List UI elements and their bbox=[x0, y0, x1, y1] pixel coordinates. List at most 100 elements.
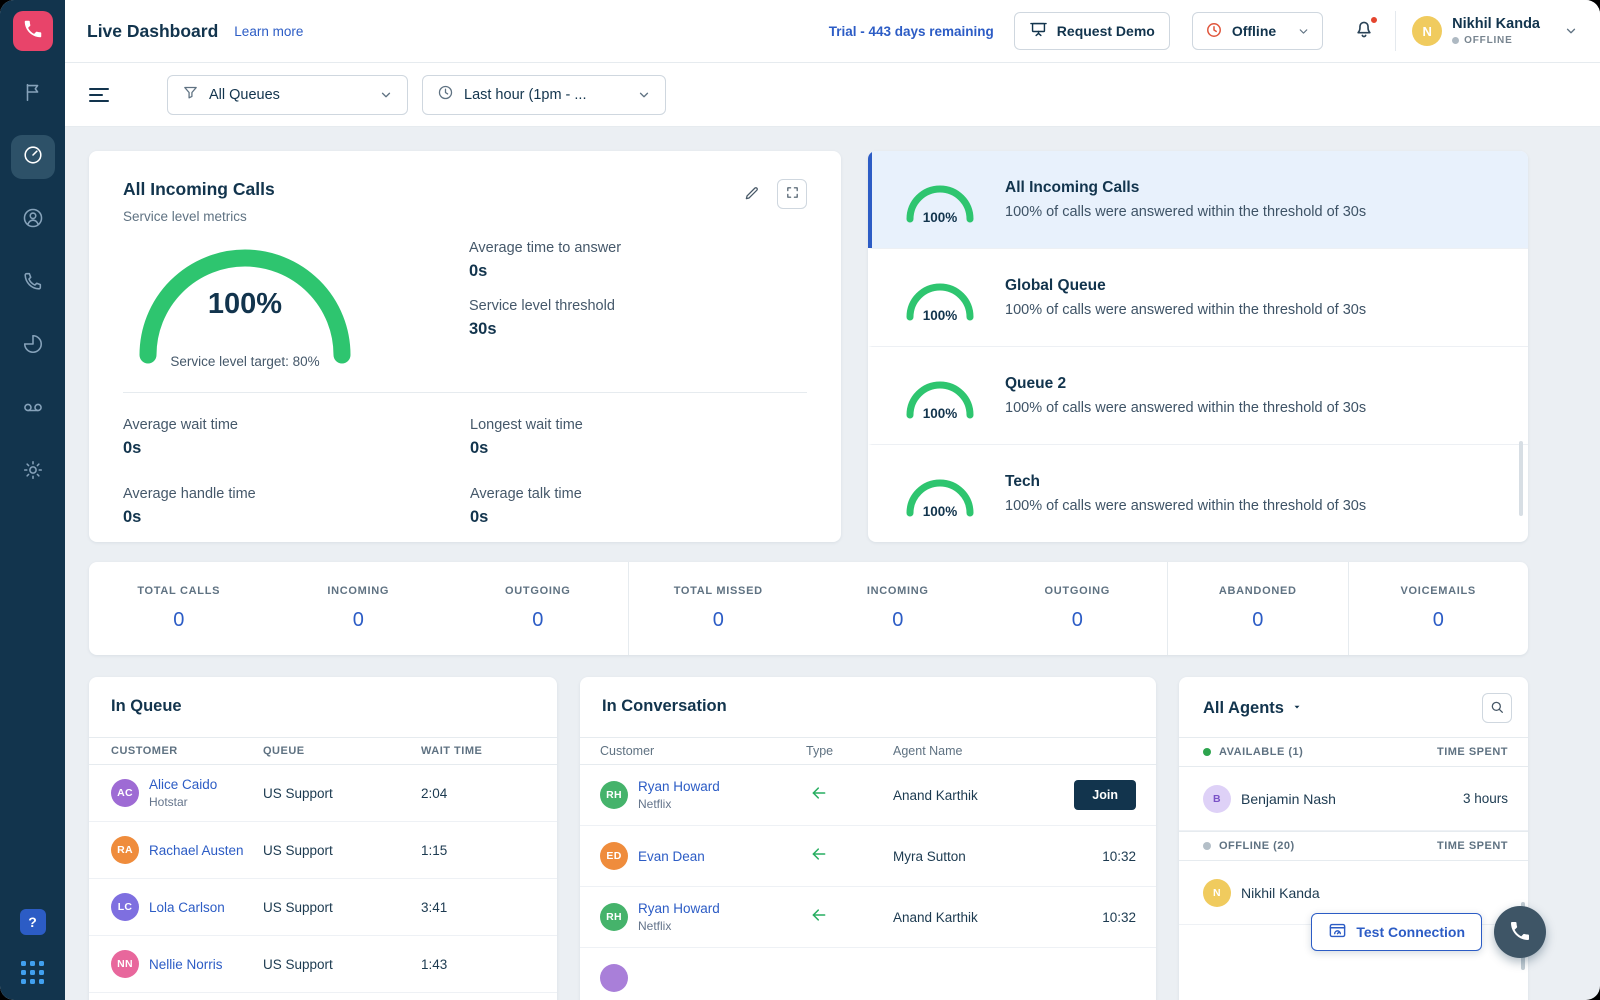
avatar: RA bbox=[111, 836, 139, 864]
gear-icon bbox=[22, 459, 44, 486]
table-row: NN Nellie Norris US Support 1:43 bbox=[89, 936, 557, 993]
in-conversation-header: Customer Type Agent Name bbox=[580, 737, 1156, 765]
sidebar-item-settings[interactable] bbox=[11, 450, 55, 494]
stat-missed-incoming: INCOMING 0 bbox=[808, 562, 988, 655]
phone-icon bbox=[1508, 919, 1532, 946]
customer-link[interactable]: Evan Dean bbox=[638, 849, 705, 864]
gauge-target-label: Service level target: 80% bbox=[109, 354, 381, 369]
test-connection-label: Test Connection bbox=[1356, 924, 1465, 940]
learn-more-link[interactable]: Learn more bbox=[234, 24, 303, 39]
metric: Average talk time 0s bbox=[470, 486, 807, 527]
offline-clock-icon bbox=[1205, 21, 1223, 42]
test-connection-button[interactable]: Test Connection bbox=[1311, 913, 1482, 951]
customer-link[interactable]: Ryan Howard bbox=[638, 779, 720, 794]
queue-gauge: 100% bbox=[902, 471, 978, 517]
agent-name: Nikhil Kanda bbox=[1241, 885, 1320, 901]
agent-time-spent: 3 hours bbox=[1463, 791, 1508, 806]
metric: Average wait time 0s bbox=[123, 417, 470, 458]
menu-toggle-button[interactable] bbox=[89, 78, 123, 112]
help-button[interactable]: ? bbox=[20, 909, 46, 935]
avatar: LC bbox=[111, 893, 139, 921]
sidebar-item-contacts[interactable] bbox=[11, 198, 55, 242]
avatar: N bbox=[1412, 16, 1442, 46]
status-dot bbox=[1452, 37, 1459, 44]
agent-name-cell: Myra Sutton bbox=[893, 849, 1046, 864]
divider bbox=[123, 392, 807, 393]
queue-desc: 100% of calls were answered within the t… bbox=[1005, 204, 1366, 220]
customer-link[interactable]: Lola Carlson bbox=[149, 900, 225, 915]
agents-filter-dropdown[interactable]: All Agents bbox=[1203, 699, 1303, 718]
voicemail-icon bbox=[22, 396, 44, 423]
queue-service-row[interactable]: 100% Queue 2 100% of calls were answered… bbox=[868, 346, 1528, 444]
agent-row[interactable]: B Benjamin Nash 3 hours bbox=[1179, 767, 1528, 831]
queue-filter-dropdown[interactable]: All Queues bbox=[167, 75, 408, 115]
queue-name: Global Queue bbox=[1005, 277, 1366, 295]
stat-abandoned: ABANDONED 0 bbox=[1167, 562, 1348, 655]
customer-link[interactable]: Nellie Norris bbox=[149, 957, 223, 972]
call-duration: 10:32 bbox=[1102, 910, 1136, 925]
join-button[interactable]: Join bbox=[1074, 780, 1136, 810]
edit-button[interactable] bbox=[737, 179, 767, 209]
chevron-down-icon bbox=[1564, 24, 1578, 38]
avatar bbox=[600, 964, 628, 992]
page-title: Live Dashboard bbox=[87, 21, 218, 42]
metric: Average time to answer 0s bbox=[469, 240, 621, 281]
stat-voicemails: VOICEMAILS 0 bbox=[1348, 562, 1529, 655]
dialer-fab[interactable] bbox=[1494, 906, 1546, 958]
available-dot bbox=[1203, 748, 1211, 756]
queue-gauge: 100% bbox=[902, 177, 978, 223]
dashboard-content: All Incoming Calls Service level metrics bbox=[65, 127, 1600, 1000]
main-area: Live Dashboard Learn more Trial - 443 da… bbox=[65, 0, 1600, 1000]
queue-service-row[interactable]: 100% Tech 100% of calls were answered wi… bbox=[868, 444, 1528, 542]
topbar-divider bbox=[1395, 11, 1396, 51]
queue-service-row[interactable]: 100% All Incoming Calls 100% of calls we… bbox=[868, 151, 1528, 248]
queue-cell: US Support bbox=[263, 957, 421, 972]
avatar: AC bbox=[111, 779, 139, 807]
stat-outgoing: OUTGOING 0 bbox=[448, 562, 628, 655]
queue-service-row[interactable]: 100% Global Queue 100% of calls were ans… bbox=[868, 248, 1528, 346]
wait-time-cell: 1:43 bbox=[421, 957, 535, 972]
caret-down-icon bbox=[1291, 699, 1303, 718]
phone-logo-icon bbox=[22, 18, 44, 45]
user-menu[interactable]: N Nikhil Kanda OFFLINE bbox=[1412, 16, 1578, 46]
sidebar-item-dashboard[interactable] bbox=[11, 135, 55, 179]
stat-total-calls: TOTAL CALLS 0 bbox=[89, 562, 269, 655]
filter-toolbar: All Queues Last hour (1pm - ... bbox=[65, 63, 1600, 127]
stat-total-missed: TOTAL MISSED 0 bbox=[628, 562, 809, 655]
presentation-icon bbox=[1029, 20, 1048, 42]
scrollbar[interactable] bbox=[1519, 441, 1523, 516]
agents-section-available: AVAILABLE (1) TIME SPENT bbox=[1179, 737, 1528, 767]
sidebar-item-calls[interactable] bbox=[11, 261, 55, 305]
table-row: RH Ryan Howard Netflix Anand Karthik 10:… bbox=[580, 887, 1156, 948]
in-queue-header: CUSTOMER QUEUE WAIT TIME bbox=[89, 737, 557, 765]
queue-gauge: 100% bbox=[902, 275, 978, 321]
offline-dot bbox=[1203, 842, 1211, 850]
app-logo[interactable] bbox=[13, 11, 53, 51]
customer-link[interactable]: Rachael Austen bbox=[149, 843, 244, 858]
topbar: Live Dashboard Learn more Trial - 443 da… bbox=[65, 0, 1600, 63]
customer-link[interactable]: Ryan Howard bbox=[638, 901, 720, 916]
chevron-down-icon bbox=[637, 88, 651, 102]
agent-name: Benjamin Nash bbox=[1241, 791, 1336, 807]
time-filter-dropdown[interactable]: Last hour (1pm - ... bbox=[422, 75, 666, 115]
presence-select[interactable]: Offline bbox=[1192, 12, 1323, 50]
agent-name-cell: Anand Karthik bbox=[893, 910, 1046, 925]
sidebar-item-voicemail[interactable] bbox=[11, 387, 55, 431]
sidebar: ? bbox=[0, 0, 65, 1000]
avatar: NN bbox=[111, 950, 139, 978]
sidebar-item-reports[interactable] bbox=[11, 324, 55, 368]
expand-button[interactable] bbox=[777, 179, 807, 209]
sidebar-item-flags[interactable] bbox=[11, 72, 55, 116]
avatar: ED bbox=[600, 842, 628, 870]
metric: Longest wait time 0s bbox=[470, 417, 807, 458]
queue-gauge: 100% bbox=[902, 373, 978, 419]
incoming-call-icon bbox=[806, 845, 893, 868]
customer-link[interactable]: Alice Caido bbox=[149, 777, 217, 792]
apps-grid-icon[interactable] bbox=[21, 961, 44, 984]
metric: Average handle time 0s bbox=[123, 486, 470, 527]
notifications-button[interactable] bbox=[1349, 16, 1379, 46]
request-demo-button[interactable]: Request Demo bbox=[1014, 12, 1170, 50]
agents-search-button[interactable] bbox=[1482, 693, 1512, 723]
stat-incoming: INCOMING 0 bbox=[269, 562, 449, 655]
service-level-card: All Incoming Calls Service level metrics bbox=[89, 151, 841, 542]
